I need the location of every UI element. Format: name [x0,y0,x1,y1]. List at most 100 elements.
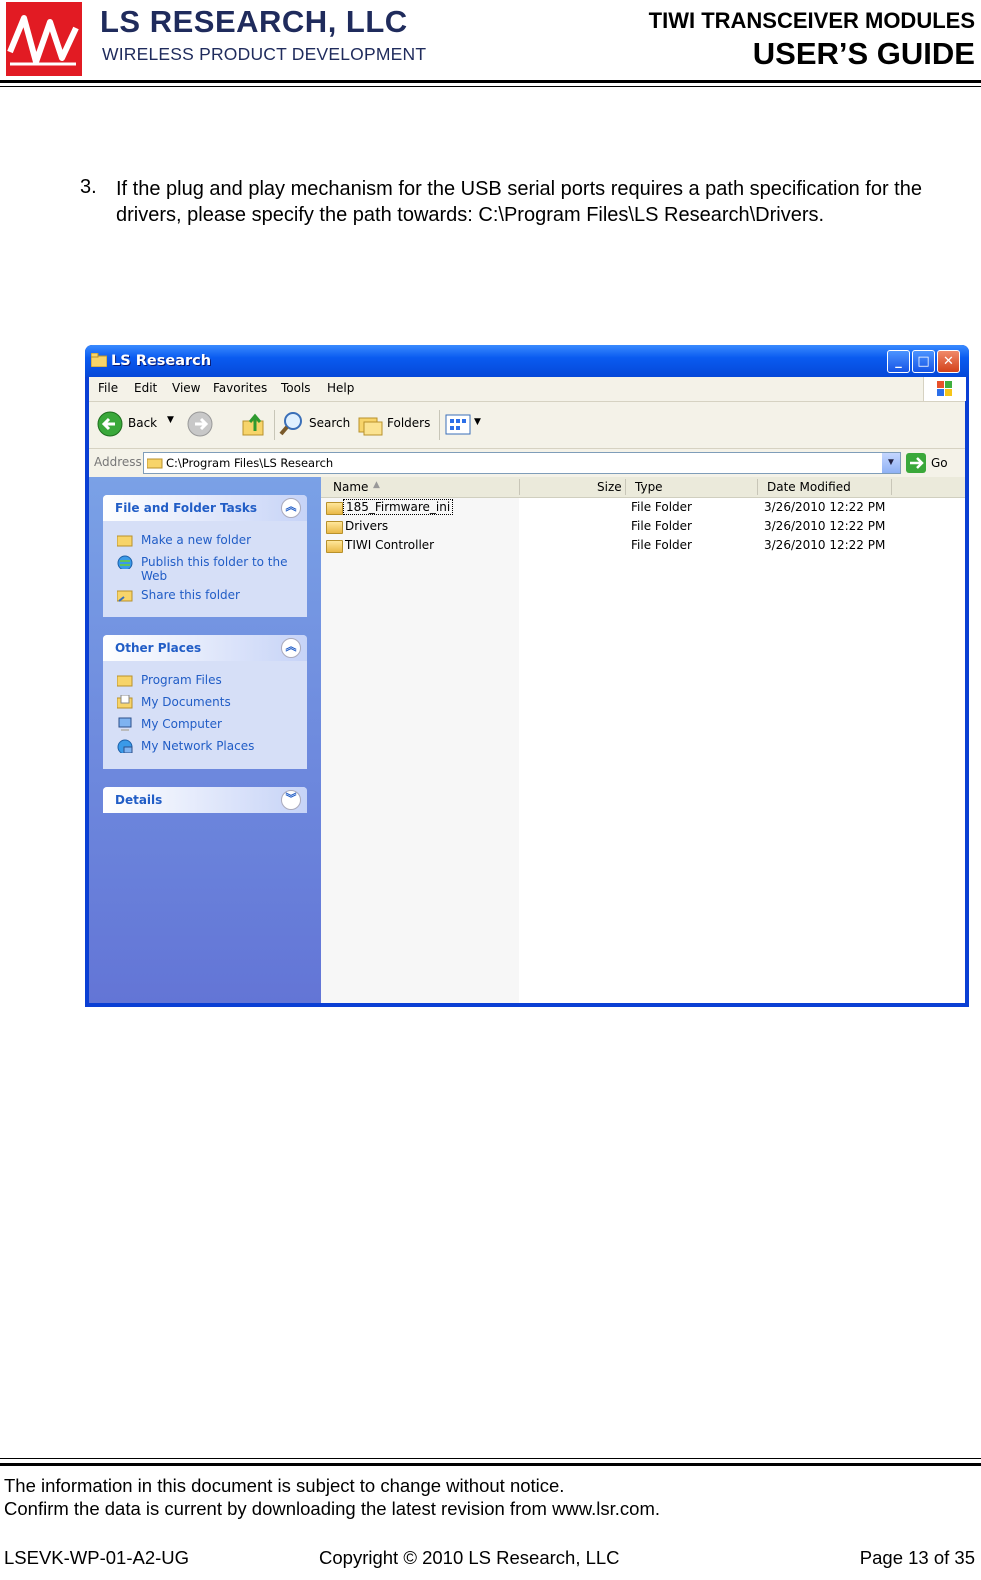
network-icon [117,739,133,753]
windows-logo-icon [923,377,966,401]
copyright: Copyright © 2010 LS Research, LLC [319,1547,620,1568]
footer-rule-thin [0,1458,981,1459]
window-title: LS Research [111,353,212,369]
folder-icon [326,540,343,553]
column-separator[interactable] [625,479,626,495]
panel-title: Details [115,793,163,807]
toolbar-separator [274,410,275,440]
back-arrow-icon [97,411,123,437]
column-separator[interactable] [891,479,892,495]
panel-title: Other Places [115,641,202,655]
address-input[interactable]: C:\Program Files\LS Research ▼ [143,452,901,474]
menu-file[interactable]: File [98,381,118,395]
explorer-window: LS Research _ □ ✕ File Edit View Favorit… [85,345,969,1007]
search-label: Search [309,416,351,430]
column-separator[interactable] [757,479,758,495]
footer-notice: The information in this document is subj… [4,1475,565,1496]
header-rule-thin [0,86,981,87]
program-files-link[interactable]: Program Files [141,673,301,687]
my-documents-link[interactable]: My Documents [141,695,301,709]
document-subtitle: USER’S GUIDE [752,36,975,71]
collapse-icon[interactable]: ︽ [281,638,301,658]
table-row[interactable]: TIWI Controller File Folder 3/26/2010 12… [321,536,965,555]
sort-ascending-icon: ▲ [373,480,380,490]
views-button[interactable]: ▼ [445,413,485,437]
table-row[interactable]: 185_Firmware_ini File Folder 3/26/2010 1… [321,498,965,517]
file-name: TIWI Controller [345,538,435,552]
footer-rule [0,1463,981,1466]
folder-icon [326,521,343,534]
step-number: 3. [80,176,97,198]
document-title: TIWI TRANSCEIVER MODULES [648,8,975,33]
chevron-down-icon: ▼ [474,417,481,427]
folder-icon [326,502,343,515]
table-row[interactable]: Drivers File Folder 3/26/2010 12:22 PM [321,517,965,536]
go-label: Go [931,456,948,470]
folders-label: Folders [387,416,431,430]
document-id: LSEVK-WP-01-A2-UG [4,1547,190,1568]
column-name[interactable]: Name [333,480,368,494]
make-new-folder-link[interactable]: Make a new folder [141,533,301,547]
address-value: C:\Program Files\LS Research [166,456,334,470]
details-panel: Details ︾ [103,787,307,813]
file-name: 185_Firmware_ini [343,499,454,515]
close-button[interactable]: ✕ [937,350,960,373]
share-folder-icon [117,590,133,602]
file-date: 3/26/2010 12:22 PM [764,500,886,514]
my-network-places-link[interactable]: My Network Places [141,739,301,753]
panel-header[interactable]: File and Folder Tasks ︽ [103,495,307,521]
back-label: Back [128,416,158,430]
forward-arrow-icon[interactable] [187,411,213,437]
maximize-button[interactable]: □ [912,350,935,373]
address-label: Address [94,455,142,469]
new-folder-icon [117,535,133,547]
globe-icon [117,555,133,569]
panel-header[interactable]: Details ︾ [103,787,307,813]
file-list: Name ▲ Size Type Date Modified 185_Firmw… [321,477,965,1003]
panel-header[interactable]: Other Places ︽ [103,635,307,661]
chevron-down-icon[interactable]: ▼ [882,453,900,473]
folder-icon [91,353,107,367]
menu-tools[interactable]: Tools [281,381,311,395]
column-type[interactable]: Type [635,480,663,494]
computer-icon [118,717,132,731]
window-titlebar: LS Research _ □ ✕ [85,345,969,377]
file-type: File Folder [631,519,692,533]
task-pane: File and Folder Tasks ︽ Make a new folde… [89,477,321,1003]
file-type: File Folder [631,538,692,552]
address-bar: Address C:\Program Files\LS Research ▼ G… [89,449,965,477]
my-computer-link[interactable]: My Computer [141,717,301,731]
footer-notice-revision: Confirm the data is current by downloadi… [4,1498,661,1519]
go-button[interactable]: Go [906,452,961,474]
share-folder-link[interactable]: Share this folder [141,588,301,602]
publish-folder-link[interactable]: Publish this folder to the Web [141,555,301,583]
sorted-column-shade [321,498,519,1003]
folders-button[interactable]: Folders [357,410,431,438]
file-name: Drivers [345,519,389,533]
up-folder-icon[interactable] [241,411,267,437]
documents-icon [117,695,133,709]
file-date: 3/26/2010 12:22 PM [764,538,886,552]
collapse-icon[interactable]: ︽ [281,498,301,518]
toolbar: Back ▼ Search Folders ▼ [89,402,965,449]
column-separator[interactable] [519,479,520,495]
menu-help[interactable]: Help [327,381,354,395]
expand-icon[interactable]: ︾ [281,790,301,810]
back-button[interactable]: Back ▼ [97,410,179,438]
panel-title: File and Folder Tasks [115,501,258,515]
company-division: WIRELESS PRODUCT DEVELOPMENT [102,44,427,64]
menu-view[interactable]: View [172,381,200,395]
chevron-down-icon: ▼ [167,415,174,425]
column-size[interactable]: Size [597,480,622,494]
folder-icon [117,675,133,687]
menu-favorites[interactable]: Favorites [213,381,267,395]
file-folder-tasks-panel: File and Folder Tasks ︽ Make a new folde… [103,495,307,617]
minimize-button[interactable]: _ [887,350,910,373]
menu-edit[interactable]: Edit [134,381,157,395]
file-type: File Folder [631,500,692,514]
search-button[interactable]: Search [279,410,351,438]
column-date-modified[interactable]: Date Modified [767,480,851,494]
page-number: Page 13 of 35 [859,1547,975,1568]
folder-icon [147,458,163,469]
other-places-panel: Other Places ︽ Program Files My Document… [103,635,307,769]
